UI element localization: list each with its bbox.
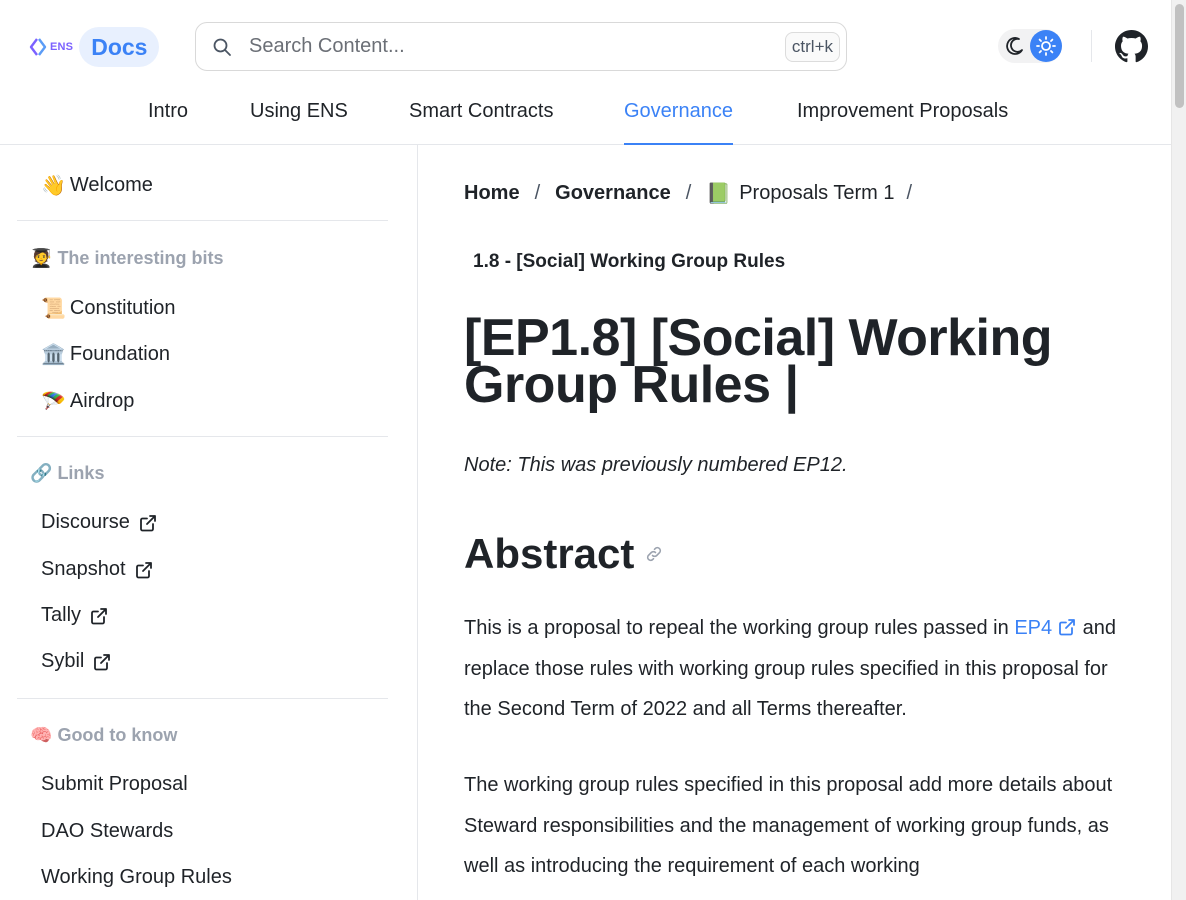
parachute-icon: 🪂 — [41, 391, 66, 413]
external-link-icon — [94, 653, 111, 670]
sidebar-item-welcome[interactable]: 👋 Welcome — [41, 173, 153, 198]
sidebar-item-label: Foundation — [69, 343, 170, 365]
sidebar-heading-good-to-know: 🧠 Good to know — [30, 725, 177, 746]
ep4-link[interactable]: EP4 — [1014, 617, 1052, 639]
student-icon: 🧑‍🎓 — [30, 248, 53, 268]
sidebar-heading-links: 🔗 Links — [30, 463, 104, 484]
sidebar-item-foundation[interactable]: 🏛️ Foundation — [41, 342, 170, 367]
tab-intro[interactable]: Intro — [148, 100, 188, 145]
brain-icon: 🧠 — [30, 725, 53, 745]
moon-icon[interactable] — [1004, 35, 1026, 57]
external-link-icon — [135, 561, 152, 578]
breadcrumb-separator: / — [685, 182, 692, 204]
sidebar-item-label: Discourse — [41, 511, 130, 533]
external-link-icon[interactable] — [1057, 617, 1077, 637]
sidebar-heading-label: Links — [57, 463, 105, 483]
sidebar-item-label: Airdrop — [69, 390, 135, 412]
scrollbar-thumb[interactable] — [1175, 4, 1184, 108]
external-link-icon — [140, 514, 156, 531]
sidebar-item-sybil[interactable]: Sybil — [41, 650, 112, 673]
main-content: Home / Governance / 📗 Proposals Term 1 /… — [418, 145, 1171, 900]
sidebar-divider — [17, 698, 388, 699]
site-header: ENS Docs Search Content... ctrl+k Intro … — [0, 0, 1171, 145]
scroll-icon: 📜 — [41, 298, 66, 320]
search-input[interactable]: Search Content... ctrl+k — [195, 22, 847, 71]
github-icon[interactable] — [1115, 30, 1148, 63]
tab-governance[interactable]: Governance — [624, 100, 733, 145]
sidebar-item-label: Constitution — [69, 297, 176, 319]
sidebar-item-label: Submit Proposal — [41, 773, 188, 795]
breadcrumb-separator: / — [906, 182, 913, 204]
anchor-link-icon[interactable] — [644, 544, 664, 564]
sidebar-item-label: Working Group Rules — [41, 866, 232, 888]
sidebar-item-airdrop[interactable]: 🪂 Airdrop — [41, 389, 134, 414]
search-shortcut: ctrl+k — [784, 32, 840, 62]
classical-building-icon: 🏛️ — [41, 344, 66, 366]
logo[interactable]: ENS Docs — [28, 27, 160, 67]
sidebar-item-label: DAO Stewards — [41, 820, 174, 842]
sidebar-item-label: Tally — [41, 604, 82, 626]
abstract-heading: Abstract — [464, 530, 664, 578]
external-link-icon — [91, 607, 107, 624]
abstract-heading-text: Abstract — [464, 530, 635, 577]
search-placeholder: Search Content... — [249, 35, 405, 57]
sidebar-item-label: Sybil — [41, 650, 85, 672]
paragraph-text: This is a proposal to repeal the working… — [464, 617, 1015, 639]
breadcrumb: Home / Governance / 📗 Proposals Term 1 / — [464, 181, 927, 206]
sidebar-item-label: Snapshot — [41, 558, 126, 580]
sidebar-item-dao-stewards[interactable]: DAO Stewards — [41, 820, 173, 843]
sun-icon-glyph — [1036, 36, 1056, 56]
breadcrumb-proposals-term-1[interactable]: Proposals Term 1 — [739, 182, 894, 205]
header-divider — [1091, 30, 1092, 62]
breadcrumb-home[interactable]: Home — [464, 182, 520, 205]
ens-logo[interactable]: ENS — [28, 37, 73, 57]
sidebar-heading-label: Good to know — [57, 725, 178, 745]
note-text: Note: This was previously numbered EP12. — [464, 454, 848, 476]
tab-using-ens[interactable]: Using ENS — [250, 100, 348, 145]
sidebar-heading-label: The interesting bits — [57, 248, 224, 268]
sidebar: 👋 Welcome 🧑‍🎓 The interesting bits 📜 Con… — [0, 145, 418, 900]
sidebar-item-label: Welcome — [69, 174, 153, 196]
sidebar-divider — [17, 220, 388, 221]
tab-smart-contracts[interactable]: Smart Contracts — [409, 100, 553, 145]
wave-icon: 👋 — [41, 175, 66, 197]
docs-label[interactable]: Docs — [79, 27, 160, 67]
scrollbar[interactable] — [1171, 0, 1186, 900]
tab-improvement-proposals[interactable]: Improvement Proposals — [797, 100, 1008, 145]
sidebar-item-constitution[interactable]: 📜 Constitution — [41, 296, 176, 321]
abstract-paragraph-2: The working group rules specified in thi… — [464, 774, 1113, 877]
green-book-icon: 📗 — [706, 183, 732, 205]
sidebar-item-tally[interactable]: Tally — [41, 604, 109, 627]
link-icon: 🔗 — [30, 463, 53, 483]
top-nav: Intro Using ENS Smart Contracts Governan… — [0, 90, 1171, 145]
page-subtitle: 1.8 - [Social] Working Group Rules — [473, 251, 786, 272]
breadcrumb-separator: / — [534, 182, 541, 204]
theme-toggle[interactable] — [998, 29, 1062, 63]
sidebar-divider — [17, 436, 388, 437]
abstract-paragraph-1: This is a proposal to repeal the working… — [464, 608, 1134, 730]
sun-icon[interactable] — [1030, 30, 1062, 62]
search-icon — [213, 38, 231, 56]
ens-logo-icon — [29, 38, 47, 56]
sidebar-item-discourse[interactable]: Discourse — [41, 511, 158, 534]
sidebar-heading-interesting-bits: 🧑‍🎓 The interesting bits — [30, 248, 223, 269]
ens-logo-text: ENS — [50, 41, 74, 53]
breadcrumb-governance[interactable]: Governance — [555, 182, 671, 205]
sidebar-item-snapshot[interactable]: Snapshot — [41, 558, 154, 581]
page-title: [EP1.8] [Social] Working Group Rules | — [464, 309, 1053, 414]
sidebar-item-working-group-rules[interactable]: Working Group Rules — [41, 866, 232, 889]
sidebar-item-submit-proposal[interactable]: Submit Proposal — [41, 773, 188, 796]
